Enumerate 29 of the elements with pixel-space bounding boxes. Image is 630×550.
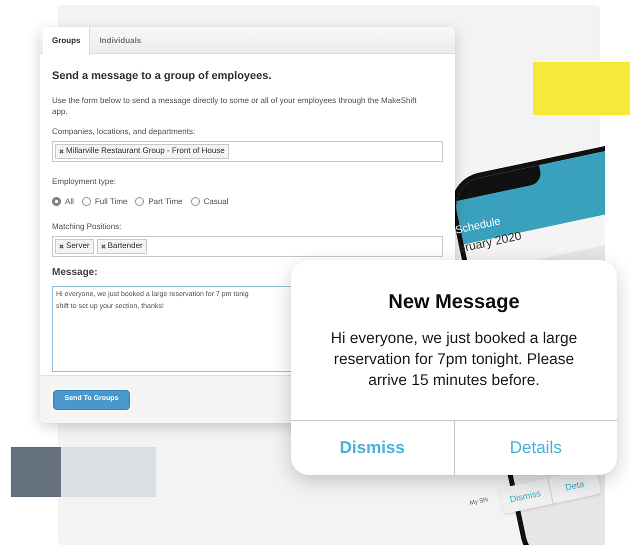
field-label: Message: — [52, 266, 99, 280]
positions-field[interactable]: Server Bartender — [52, 236, 443, 256]
tab[interactable]: Individuals — [90, 27, 150, 54]
radio-button[interactable] — [135, 197, 144, 206]
radio-button[interactable] — [82, 197, 91, 206]
companies-field[interactable]: Millarville Restaurant Group - Front of House — [52, 140, 443, 162]
remove-icon[interactable] — [59, 244, 64, 248]
tag-label: Server — [66, 240, 90, 252]
radio-label: Part Time — [148, 196, 183, 208]
remove-icon[interactable] — [59, 148, 64, 154]
field-label: Employment type: — [52, 176, 118, 188]
radio-button[interactable] — [52, 197, 61, 206]
alert-action: Dismiss — [508, 487, 543, 506]
tab[interactable]: Groups — [43, 27, 90, 55]
screen-title: Schedule — [454, 214, 502, 237]
tag-chip[interactable]: Server — [55, 238, 94, 254]
form-description: Use the form below to send a message directly to some or all of your employees through the MakeShift app. — [52, 94, 418, 116]
radio-label: Casual — [204, 196, 228, 208]
radio-label: Full Time — [94, 196, 128, 208]
tag-chip[interactable]: Millarville Restaurant Group - Front of House — [55, 144, 229, 158]
field-label: Matching Positions: — [52, 220, 122, 232]
tag-label: Millarville Restaurant Group - Front of House — [66, 145, 225, 157]
form-heading: Send a message to a group of employees. — [52, 69, 272, 84]
tag-chip[interactable]: Bartender — [96, 238, 147, 254]
radio-label: All — [65, 196, 74, 208]
remove-icon[interactable] — [100, 244, 106, 248]
field-label: Companies, locations, and departments: — [52, 126, 196, 138]
radio-button[interactable] — [190, 197, 200, 206]
tag-label: Bartender — [108, 240, 143, 252]
